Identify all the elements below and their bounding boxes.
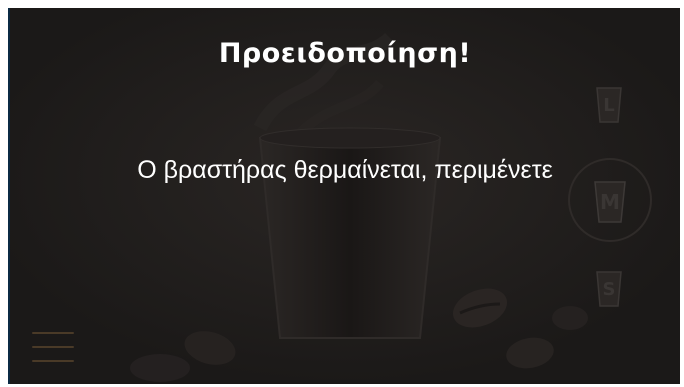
menu-line xyxy=(32,332,74,334)
cup-size-large-label: L xyxy=(603,94,615,116)
cup-size-medium-label: M xyxy=(600,190,620,214)
hamburger-menu-icon[interactable] xyxy=(32,332,74,362)
menu-line xyxy=(32,360,74,362)
cup-size-small-label: S xyxy=(602,278,616,300)
cup-size-large-button[interactable]: L xyxy=(595,86,623,124)
cup-size-small-button[interactable]: S xyxy=(595,270,623,308)
cup-size-medium-button[interactable]: M xyxy=(593,180,627,224)
kiosk-screen: Προειδοποίηση! Ο βραστήρας θερμαίνεται, … xyxy=(8,8,680,384)
menu-line xyxy=(32,346,74,348)
warning-title: Προειδοποίηση! xyxy=(218,38,472,69)
